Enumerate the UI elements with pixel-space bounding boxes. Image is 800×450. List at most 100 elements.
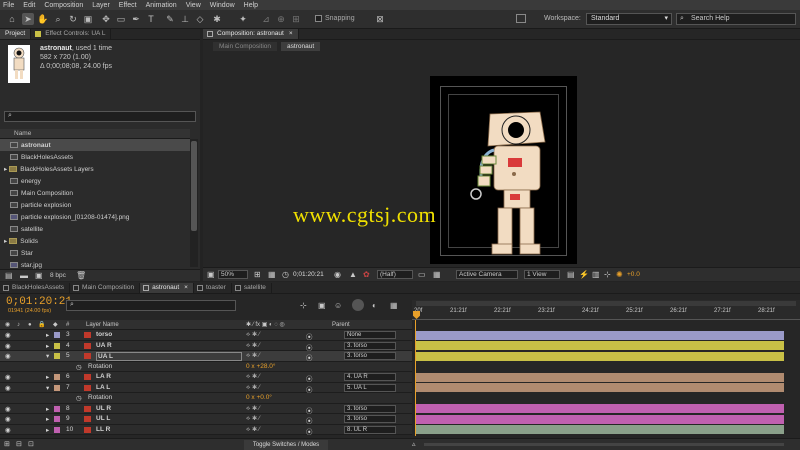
disclosure-triangle-icon[interactable]: ▸ — [46, 405, 49, 413]
layer-duration-bar[interactable] — [416, 425, 784, 434]
layer-duration-bar[interactable] — [416, 330, 784, 340]
layer-label-color[interactable] — [54, 384, 60, 391]
layer-switches-icon[interactable]: ⟡ ✱ ⁄ — [246, 426, 260, 434]
parent-pickwhip-icon[interactable]: ⦿ — [306, 384, 313, 394]
breadcrumb-astronaut[interactable]: astronaut — [281, 42, 321, 51]
pen-tool-icon[interactable]: ✒ — [130, 13, 142, 25]
timeline-icon[interactable]: ▥ — [592, 270, 600, 279]
home-icon[interactable]: ⌂ — [6, 13, 18, 25]
frame-blending-icon[interactable] — [352, 299, 364, 311]
layer-switches-icon[interactable]: ⟡ ✱ ⁄ — [246, 342, 260, 350]
layer-row[interactable]: ◉ ▸ 3 torso ⟡ ✱ ⁄ ⦿ None — [0, 330, 412, 341]
views-select[interactable]: 1 View — [524, 270, 560, 279]
layer-switches-icon[interactable]: ⟡ ✱ ⁄ — [246, 384, 260, 392]
parent-pickwhip-icon[interactable]: ⦿ — [306, 352, 313, 362]
layer-label-color[interactable] — [54, 332, 60, 338]
playhead-icon[interactable] — [413, 311, 420, 319]
scrollbar-thumb[interactable] — [191, 141, 197, 231]
shy-layers-icon[interactable]: ☺ — [334, 301, 342, 310]
project-item[interactable]: Star — [0, 247, 190, 259]
property-row[interactable]: ◷ Rotation 0 x +0.0° — [0, 393, 412, 404]
parent-pickwhip-icon[interactable]: ⦿ — [306, 331, 313, 341]
property-row[interactable]: ◷ Rotation 0 x +28.0° — [0, 361, 412, 372]
parent-pickwhip-icon[interactable]: ⦿ — [306, 342, 313, 352]
layer-duration-bar[interactable] — [416, 404, 784, 413]
timeline-timecode[interactable]: 0;01:20:21 — [6, 296, 72, 308]
tab-toaster[interactable]: toaster — [194, 283, 232, 293]
parent-select[interactable]: None — [344, 331, 396, 339]
snapshot-icon[interactable]: ◉ — [334, 270, 341, 279]
layer-row[interactable]: ◉ ▸ 8 UL R ⟡ ✱ ⁄ ⦿ 3. torso — [0, 403, 412, 415]
column-name-header[interactable]: Name — [0, 129, 190, 139]
disclosure-triangle-icon[interactable]: ▾ — [46, 352, 49, 360]
camera-select[interactable]: Active Camera — [456, 270, 518, 279]
disclosure-triangle-icon[interactable]: ▸ — [46, 426, 49, 434]
axis-local-icon[interactable]: ⊿ — [260, 13, 272, 25]
breadcrumb-main-composition[interactable]: Main Composition — [213, 42, 278, 51]
tab-astronaut[interactable]: astronaut × — [140, 283, 194, 293]
parent-pickwhip-icon[interactable]: ⦿ — [306, 415, 313, 425]
layer-row[interactable]: ◉ ▸ 6 LA R ⟡ ✱ ⁄ ⦿ 4. UA R — [0, 372, 412, 383]
axis-world-icon[interactable]: ⊕ — [275, 13, 287, 25]
parent-pickwhip-icon[interactable]: ⦿ — [306, 373, 313, 383]
pan-behind-tool-icon[interactable]: ✥ — [100, 13, 112, 25]
layer-name[interactable]: LL R — [96, 426, 110, 433]
menu-help[interactable]: Help — [244, 2, 258, 9]
layer-switches-icon[interactable]: ⟡ ✱ ⁄ — [246, 331, 260, 339]
rotate-tool-icon[interactable]: ↻ — [67, 13, 79, 25]
disclosure-triangle-icon[interactable]: ▾ — [46, 384, 49, 392]
layer-row[interactable]: ◉ ▸ 4 UA R ⟡ ✱ ⁄ ⦿ 3. torso — [0, 340, 412, 352]
layer-name[interactable]: LA L — [96, 384, 110, 391]
menu-composition[interactable]: Composition — [44, 2, 83, 9]
roto-brush-tool-icon[interactable]: ✱ — [211, 13, 223, 25]
visibility-eye-icon[interactable]: ◉ — [5, 352, 11, 360]
bpc-label[interactable]: 8 bpc — [50, 272, 66, 279]
project-item[interactable]: ▸ Solids — [0, 235, 190, 247]
channel-icon[interactable]: ✿ — [363, 270, 370, 279]
close-icon[interactable]: × — [184, 284, 188, 291]
safe-zones-icon[interactable]: ⊞ — [254, 270, 261, 279]
hand-tool-icon[interactable]: ✋ — [37, 13, 49, 25]
parent-header[interactable]: Parent — [332, 320, 350, 330]
layer-switches-icon[interactable]: ⟡ ✱ ⁄ — [246, 415, 260, 423]
menu-window[interactable]: Window — [210, 2, 235, 9]
tab-blackholesassets[interactable]: BlackHolesAssets — [0, 283, 71, 293]
project-item[interactable]: energy — [0, 175, 190, 187]
layer-duration-bar[interactable] — [416, 383, 784, 392]
menu-file[interactable]: File — [3, 2, 14, 9]
parent-select[interactable]: 3. torso — [344, 352, 396, 360]
layer-name[interactable]: UL R — [96, 405, 111, 412]
comp-viewer[interactable] — [430, 76, 577, 264]
layer-duration-bar[interactable] — [416, 351, 784, 361]
parent-pickwhip-icon[interactable]: ⦿ — [306, 426, 313, 436]
timeline-zoom-slider[interactable] — [424, 443, 784, 446]
work-area-bar[interactable] — [416, 301, 796, 306]
exposure-value[interactable]: +0.0 — [627, 271, 640, 278]
viewer-timecode[interactable]: 0;01:20:21 — [293, 271, 324, 278]
layer-label-color[interactable] — [54, 342, 60, 349]
disclosure-triangle-icon[interactable]: ▸ — [46, 415, 49, 423]
zoom-out-icon[interactable]: ▵ — [412, 440, 416, 448]
menu-effect[interactable]: Effect — [119, 2, 137, 9]
parent-pickwhip-icon[interactable]: ⦿ — [306, 405, 313, 415]
menu-animation[interactable]: Animation — [146, 2, 177, 9]
layer-duration-bar[interactable] — [416, 341, 784, 350]
visibility-eye-icon[interactable]: ◉ — [5, 426, 11, 434]
graph-editor-icon[interactable]: ▦ — [390, 301, 398, 310]
timecode-clock-icon[interactable]: ◷ — [282, 270, 289, 279]
parent-select[interactable]: 3. torso — [344, 415, 396, 423]
project-search-input[interactable]: ⌕ — [4, 111, 196, 122]
visibility-eye-icon[interactable]: ◉ — [5, 415, 11, 423]
project-item[interactable]: BlackHolesAssets — [0, 151, 190, 163]
project-item[interactable]: satellite — [0, 223, 190, 235]
timeline-search-input[interactable]: ⌕ — [66, 300, 236, 311]
workspace-select[interactable]: Standard ▾ — [586, 13, 672, 25]
mask-tool-icon[interactable]: ▭ — [115, 13, 127, 25]
layer-row[interactable]: ◉ ▾ 7 LA L ⟡ ✱ ⁄ ⦿ 5. UA L — [0, 382, 412, 394]
time-ruler[interactable]: 20f 21:21f 22:21f 23:21f 24:21f 25:21f 2… — [412, 300, 800, 320]
layer-switches-icon[interactable]: ⟡ ✱ ⁄ — [246, 352, 260, 360]
draft-3d-icon[interactable]: ▣ — [318, 301, 326, 310]
layer-row[interactable]: ◉ ▸ 9 UL L ⟡ ✱ ⁄ ⦿ 3. torso — [0, 414, 412, 425]
project-item[interactable]: particle explosion — [0, 199, 190, 211]
snapping-checkbox[interactable] — [315, 15, 322, 22]
